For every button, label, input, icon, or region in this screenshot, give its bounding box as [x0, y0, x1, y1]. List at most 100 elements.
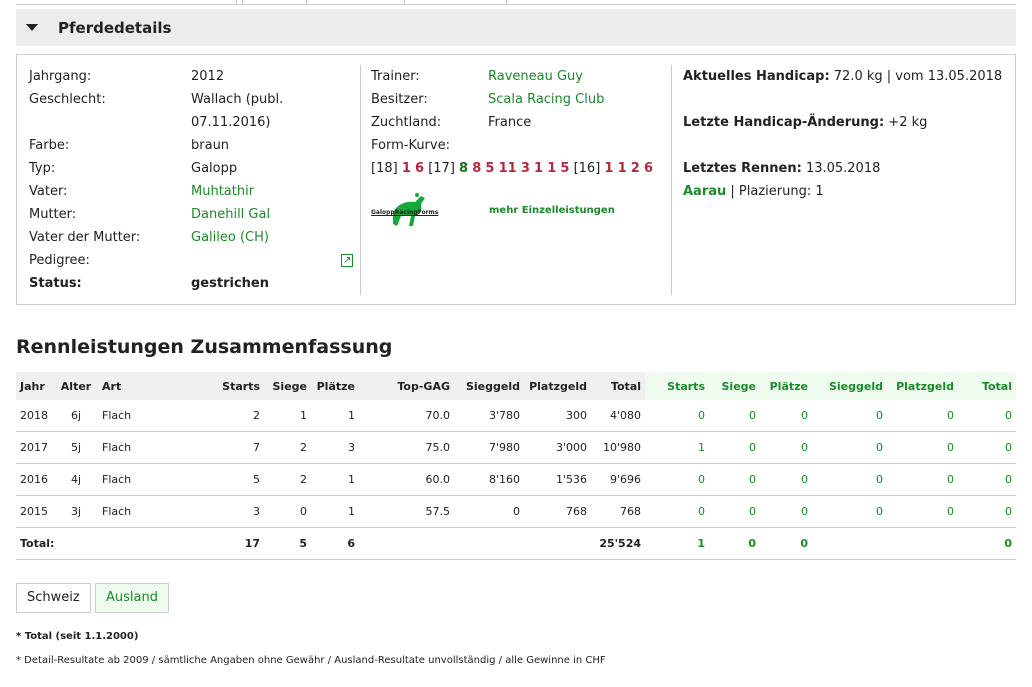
table-cell: 300 — [524, 400, 591, 432]
column-header[interactable]: Total — [591, 372, 645, 400]
form-result: 1 — [401, 161, 411, 176]
total-row: Total: 17 5 6 25'524 1 0 0 0 — [16, 527, 1016, 560]
column-header[interactable]: Sieggeld — [812, 372, 887, 400]
table-cell: 7 — [208, 431, 264, 464]
footnote-disclaimer: * Detail-Resultate ab 2009 / sämtliche A… — [16, 655, 606, 666]
table-cell: 2017 — [16, 431, 54, 464]
table-row: 2015 3j Flach 3 0 1 57.5 0 768 768 0 0 0 0 0 0 — [16, 495, 1016, 528]
table-row: 2017 5j Flach 7 2 3 75.0 7'980 3'000 10'980 1 0 0 0 0 0 — [16, 431, 1016, 464]
form-result: 3 — [520, 161, 530, 176]
section-title: Pferdedetails — [58, 18, 172, 37]
table-cell: 0 — [812, 400, 887, 432]
detail-value: 2012 — [191, 69, 225, 84]
table-cell: 10'980 — [591, 431, 645, 464]
detail-value[interactable]: Scala Racing Club — [488, 88, 604, 111]
form-label: Form-Kurve: — [371, 138, 450, 153]
table-cell: 75.0 — [359, 431, 454, 464]
form-result: 6 — [643, 161, 654, 176]
table-cell: 768 — [524, 495, 591, 528]
column-header[interactable]: Siege — [264, 372, 311, 400]
detail-row: Besitzer: Scala Racing Club — [371, 88, 666, 111]
detail-value[interactable]: Raveneau Guy — [488, 65, 583, 88]
detail-label: Geschlecht: — [29, 92, 106, 107]
handicap-value: 72.0 kg | vom 13.05.2018 — [833, 69, 1003, 84]
table-cell: 0 — [709, 495, 760, 528]
detail-value: France — [488, 115, 532, 130]
table-cell: 1 — [311, 400, 359, 432]
last-race-date: 13.05.2018 — [805, 161, 881, 176]
column-header[interactable]: Jahr — [16, 372, 54, 400]
table-cell: 0 — [958, 431, 1016, 464]
table-cell: 6 — [311, 527, 359, 560]
detail-value: gestrichen — [191, 276, 269, 291]
column-header[interactable]: Starts — [645, 372, 709, 400]
table-cell: 2018 — [16, 400, 54, 432]
table-cell: 1 — [645, 431, 709, 464]
detail-label: Trainer: — [371, 69, 420, 84]
form-result: 6 — [415, 161, 425, 176]
column-header[interactable]: Art — [98, 372, 208, 400]
details-col-3: Aktuelles Handicap: 72.0 kg | vom 13.05.… — [683, 65, 1003, 203]
detail-label: Jahrgang: — [29, 69, 92, 84]
external-link-icon[interactable]: ↗ — [341, 254, 354, 267]
detail-row: Vater der Mutter: Galileo (CH) — [29, 226, 359, 249]
last-race-place-link[interactable]: Aarau — [683, 184, 726, 199]
column-header[interactable]: Plätze — [760, 372, 812, 400]
table-cell: 0 — [887, 495, 958, 528]
table-cell: 0 — [887, 400, 958, 432]
table-cell: 0 — [812, 463, 887, 496]
column-header[interactable]: Platzgeld — [524, 372, 591, 400]
table-cell: 0 — [958, 400, 1016, 432]
table-cell — [359, 527, 454, 560]
table-cell: 2016 — [16, 463, 54, 496]
detail-value[interactable]: Danehill Gal — [191, 203, 341, 226]
detail-value: Wallach (publ. 07.11.2016) — [191, 92, 284, 130]
handicap-label: Aktuelles Handicap: — [683, 69, 830, 84]
column-header[interactable]: Sieggeld — [454, 372, 524, 400]
detail-label: Mutter: — [29, 207, 77, 222]
column-header[interactable]: Total — [958, 372, 1016, 400]
form-result: 1 — [604, 161, 614, 176]
schweiz-button[interactable]: Schweiz — [16, 583, 91, 613]
column-header[interactable]: Platzgeld — [887, 372, 958, 400]
detail-row: Jahrgang: 2012 — [29, 65, 359, 88]
detail-value[interactable]: Galileo (CH) — [191, 226, 341, 249]
table-cell: 0 — [760, 431, 812, 464]
table-cell: 1 — [645, 527, 709, 560]
form-result: 8 — [459, 161, 469, 176]
collapse-triangle-icon[interactable] — [26, 24, 38, 31]
detail-label: Pedigree: — [29, 253, 90, 268]
handicap-change-label: Letzte Handicap-Änderung: — [683, 115, 885, 130]
column-header[interactable]: Alter — [54, 372, 98, 400]
column-header[interactable]: Starts — [208, 372, 264, 400]
table-row: 2018 6j Flach 2 1 1 70.0 3'780 300 4'080 0 0 0 0 0 0 — [16, 400, 1016, 432]
detail-label: Farbe: — [29, 138, 70, 153]
form-result: [17] — [428, 161, 455, 176]
detail-label: Vater: — [29, 184, 68, 199]
more-results-link[interactable]: mehr Einzelleistungen — [489, 205, 615, 216]
table-cell: 0 — [709, 463, 760, 496]
galopp-racing-forms-logo[interactable]: GaloppRacingForms — [371, 192, 441, 228]
table-cell: 0 — [709, 527, 760, 560]
ausland-button[interactable]: Ausland — [95, 583, 169, 613]
table-cell: 7'980 — [454, 431, 524, 464]
column-header[interactable]: Top-GAG — [359, 372, 454, 400]
table-cell — [887, 527, 958, 560]
table-cell: 0 — [760, 527, 812, 560]
detail-value[interactable]: Muhtathir — [191, 180, 341, 203]
pferdedetails-header[interactable]: Pferdedetails — [16, 9, 1016, 46]
table-cell: 25'524 — [591, 527, 645, 560]
table-cell: 3j — [54, 495, 98, 528]
detail-row: Farbe: braun — [29, 134, 359, 157]
detail-row: Geschlecht: Wallach (publ. 07.11.2016) — [29, 88, 359, 134]
form-result: [16] — [573, 161, 601, 176]
form-result: 1 — [617, 161, 627, 176]
table-cell: 0 — [958, 463, 1016, 496]
column-header[interactable]: Siege — [709, 372, 760, 400]
table-cell: 0 — [812, 495, 887, 528]
table-cell: 3'780 — [454, 400, 524, 432]
column-header[interactable]: Plätze — [311, 372, 359, 400]
table-cell: 0 — [958, 495, 1016, 528]
detail-value: Galopp — [191, 161, 238, 176]
table-cell: 0 — [709, 431, 760, 464]
